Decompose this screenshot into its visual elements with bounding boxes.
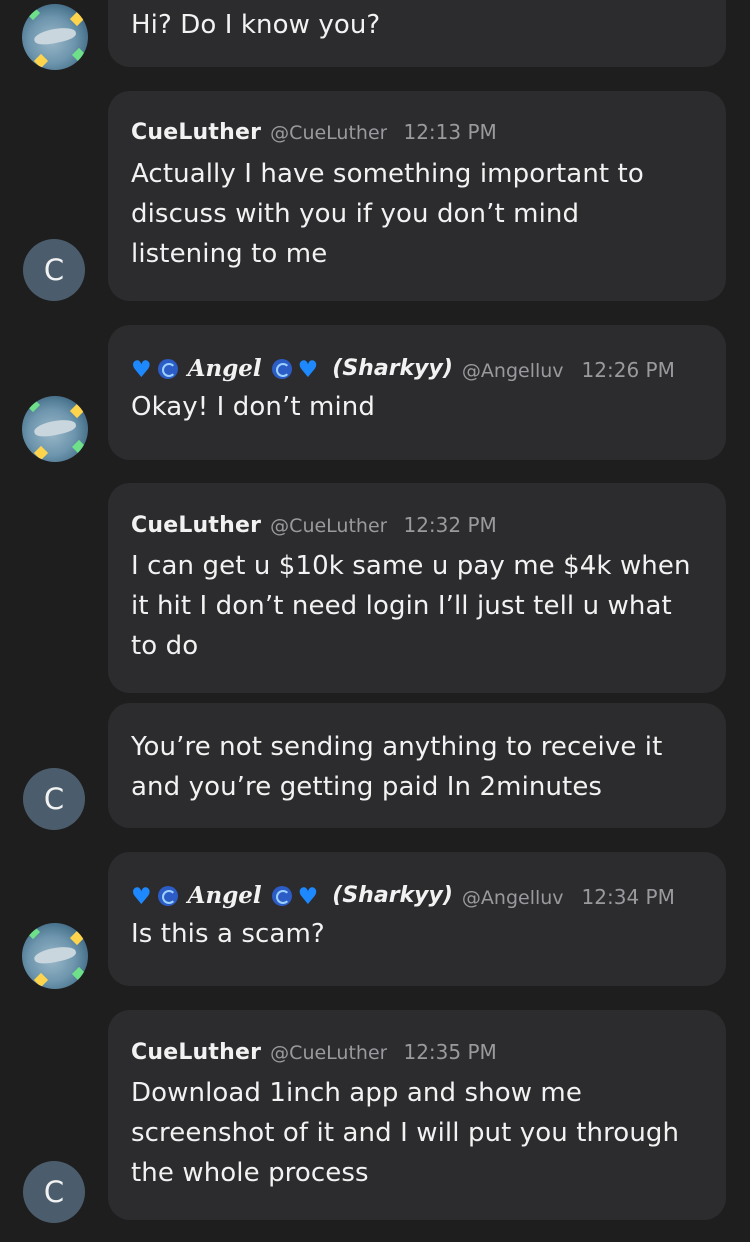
author-handle: @CueLuther (270, 1042, 388, 1064)
timestamp: 12:26 PM (581, 357, 675, 382)
chat-thread: Hi? Do I know you? CueLuther @CueLuther … (0, 0, 750, 1242)
message-header: ♥ Angel ♥ (Sharkyy) @Angelluv 12:26 PM (131, 354, 704, 384)
message-bubble[interactable]: ♥ Angel ♥ (Sharkyy) @Angelluv 12:34 PM I… (108, 852, 726, 986)
message-header: CueLuther @CueLuther 12:32 PM (131, 510, 704, 540)
author-handle: @CueLuther (270, 515, 388, 537)
blue-heart-icon: ♥ (131, 882, 152, 910)
message-bubble[interactable]: CueLuther @CueLuther 12:35 PM Download 1… (108, 1010, 726, 1220)
message-bubble[interactable]: Hi? Do I know you? (108, 0, 726, 67)
message-text: Is this a scam? (131, 919, 325, 949)
message-text: Actually I have something important to d… (131, 159, 644, 269)
cyclone-icon (157, 886, 178, 906)
author-handle: @Angelluv (461, 359, 564, 382)
cyclone-icon (271, 886, 292, 906)
avatar-cue[interactable]: C (23, 239, 85, 301)
cyclone-icon (157, 359, 178, 379)
message-text: Download 1inch app and show me screensho… (131, 1078, 680, 1188)
avatar-cue[interactable]: C (23, 768, 85, 830)
message-text: You’re not sending anything to receive i… (131, 732, 663, 802)
timestamp: 12:34 PM (581, 884, 675, 909)
message-text: I can get u $10k same u pay me $4k when … (131, 551, 691, 661)
timestamp: 12:32 PM (403, 513, 497, 537)
author-name[interactable]: ♥ Angel ♥ (Sharkyy) (131, 354, 453, 384)
avatar-angel[interactable] (22, 923, 88, 989)
blue-heart-icon: ♥ (297, 355, 319, 383)
avatar-angel[interactable] (22, 396, 88, 462)
avatar-angel[interactable] (22, 4, 88, 70)
message-bubble[interactable]: ♥ Angel ♥ (Sharkyy) @Angelluv 12:26 PM O… (108, 325, 726, 460)
blue-heart-icon: ♥ (131, 355, 152, 383)
author-name[interactable]: CueLuther (131, 1038, 261, 1067)
message-header: ♥ Angel ♥ (Sharkyy) @Angelluv 12:34 PM (131, 881, 704, 911)
author-name[interactable]: CueLuther (131, 118, 261, 147)
message-header: CueLuther @CueLuther 12:13 PM (131, 117, 704, 147)
message-bubble[interactable]: You’re not sending anything to receive i… (108, 703, 726, 828)
author-handle: @CueLuther (270, 122, 388, 144)
message-bubble[interactable]: CueLuther @CueLuther 12:13 PM Actually I… (108, 91, 726, 301)
blue-heart-icon: ♥ (297, 882, 319, 910)
author-name[interactable]: CueLuther (131, 511, 261, 540)
message-header: CueLuther @CueLuther 12:35 PM (131, 1037, 704, 1067)
author-name[interactable]: ♥ Angel ♥ (Sharkyy) (131, 881, 453, 911)
avatar-cue[interactable]: C (23, 1161, 85, 1223)
author-handle: @Angelluv (461, 886, 564, 909)
cyclone-icon (271, 359, 292, 379)
timestamp: 12:35 PM (403, 1040, 497, 1064)
message-text: Hi? Do I know you? (131, 10, 381, 40)
message-text: Okay! I don’t mind (131, 392, 375, 422)
message-bubble[interactable]: CueLuther @CueLuther 12:32 PM I can get … (108, 483, 726, 693)
timestamp: 12:13 PM (403, 120, 497, 144)
